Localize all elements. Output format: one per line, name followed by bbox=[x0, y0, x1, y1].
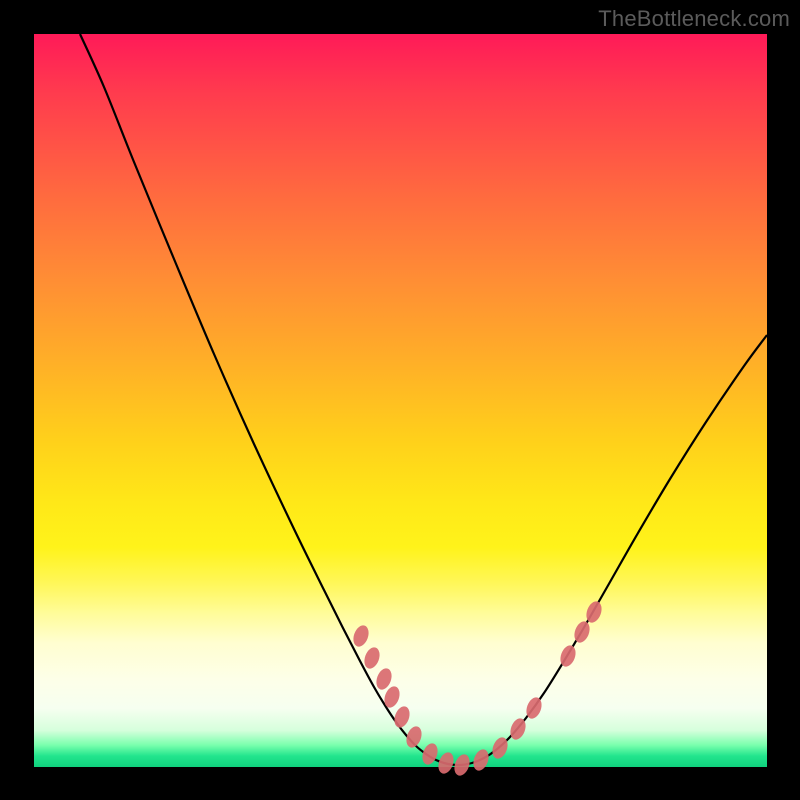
curve-marker bbox=[351, 623, 372, 648]
curve-marker bbox=[452, 752, 473, 777]
curve-marker bbox=[572, 619, 593, 644]
curve-marker bbox=[420, 741, 441, 766]
chart-frame: TheBottleneck.com bbox=[0, 0, 800, 800]
curve-marker bbox=[392, 704, 413, 729]
plot-area bbox=[34, 34, 767, 767]
curve-marker bbox=[404, 724, 425, 749]
curve-marker bbox=[471, 747, 492, 772]
curve-marker bbox=[362, 645, 383, 670]
bottleneck-curve bbox=[80, 34, 767, 765]
curve-markers-group bbox=[351, 599, 605, 777]
curve-marker bbox=[436, 750, 457, 775]
curve-svg bbox=[34, 34, 767, 767]
watermark-text: TheBottleneck.com bbox=[598, 6, 790, 32]
